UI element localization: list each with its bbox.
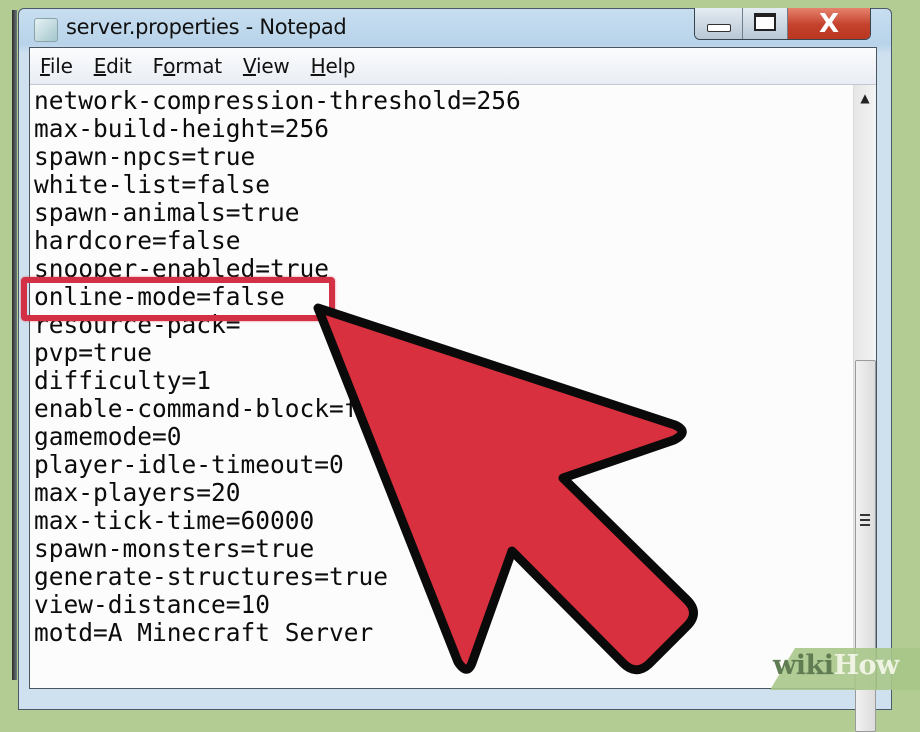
pointer-arrow-icon: [313, 303, 698, 675]
watermark-how: How: [833, 650, 899, 681]
watermark-wiki: wiki: [773, 650, 834, 681]
wikihow-watermark: wikiHow: [773, 650, 899, 681]
annotation-layer: [313, 303, 920, 690]
